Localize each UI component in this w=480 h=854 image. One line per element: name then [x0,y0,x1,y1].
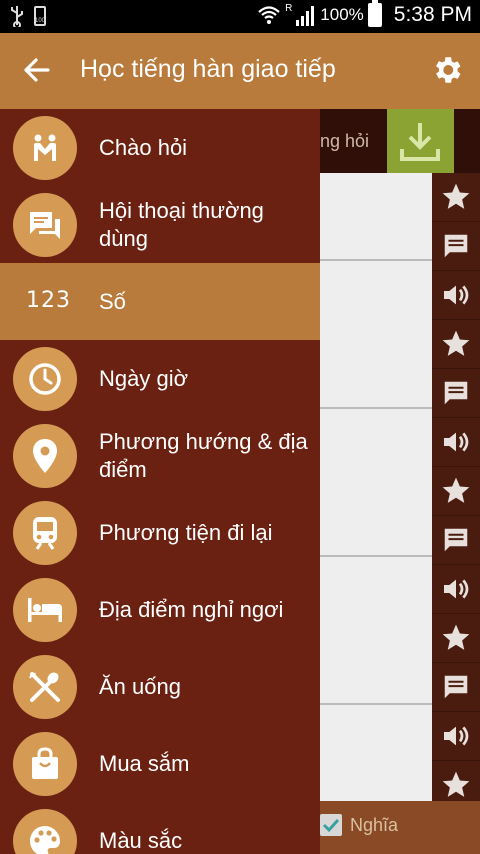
small-battery-text: 100 [35,18,46,24]
page-title: Học tiếng hàn giao tiếp [80,55,336,83]
location-pin-icon [13,424,77,488]
greeting-people-icon [13,116,77,180]
clock-icon [13,347,77,411]
favorite-button[interactable] [432,320,480,369]
small-battery-icon: 100 [34,6,46,26]
speaker-icon [444,726,469,746]
drawer-item-label: Chào hỏi [99,135,188,160]
navigation-drawer: Chào hỏi Hội thoại thường dùng 123 Số Ng… [0,109,320,854]
back-arrow-icon[interactable] [20,53,54,87]
palette-icon [13,809,77,854]
drawer-item-label: Ngày giờ [99,366,189,391]
meaning-checkbox-label: Nghĩa [350,815,399,835]
drawer-item-shopping[interactable]: Mua sắm [0,725,320,802]
app-bar: Học tiếng hàn giao tiếp [0,33,480,109]
numbers-icon: 123 [26,288,71,313]
comment-button[interactable] [432,222,480,271]
drawer-item-label: Số [99,289,126,314]
wifi-icon [258,6,280,24]
drawer-item-label: Phương tiện đi lại [99,520,273,545]
meaning-checkbox[interactable] [320,814,342,836]
drawer-item-greetings[interactable]: Chào hỏi [0,109,320,186]
battery-icon [367,0,382,27]
download-button[interactable] [387,109,454,173]
comment-button[interactable] [432,369,480,418]
speak-button[interactable] [432,418,480,467]
drawer-item-transport[interactable]: Phương tiện đi lại [0,494,320,571]
shopping-bag-icon [13,732,77,796]
train-icon [13,501,77,565]
usb-icon [11,6,23,27]
checkmark-icon [322,818,340,833]
signal-icon [296,6,315,26]
comment-button[interactable] [432,663,480,712]
drawer-item-label: Địa điểm nghỉ ngơi [99,597,284,622]
comment-button[interactable] [432,516,480,565]
drawer-item-directions[interactable]: Phương hướng & địa điểm [0,417,320,494]
drawer-item-label: Ăn uống [99,674,181,699]
speak-button[interactable] [432,712,480,761]
star-icon [442,771,470,797]
drawer-item-numbers[interactable]: 123 Số [0,263,320,340]
drawer-item-food[interactable]: Ăn uống [0,648,320,725]
fork-spoon-icon [13,655,77,719]
message-icon [444,675,468,699]
speak-button[interactable] [432,565,480,614]
star-icon [442,330,470,356]
favorite-button[interactable] [432,614,480,663]
speaker-icon [444,285,469,305]
speak-button[interactable] [432,271,480,320]
clock-time: 5:38 PM [393,3,472,26]
drawer-item-colors[interactable]: Màu sắc [0,802,320,854]
tab-label[interactable]: ng hỏi [320,131,369,152]
drawer-item-label: Màu sắc [99,828,183,853]
favorite-button[interactable] [432,467,480,516]
drawer-item-conversation[interactable]: Hội thoại thường dùng [0,186,320,263]
message-icon [444,234,468,258]
download-icon [400,123,440,161]
chat-bubbles-icon [13,193,77,257]
drawer-item-datetime[interactable]: Ngày giờ [0,340,320,417]
drawer-item-lodging[interactable]: Địa điểm nghỉ ngơi [0,571,320,648]
drawer-item-label: Phương hướng & địa điểm [99,429,308,482]
message-icon [444,528,468,552]
settings-gear-icon[interactable] [430,53,464,87]
hotel-bed-icon [13,578,77,642]
star-icon [442,183,470,209]
message-icon [444,381,468,405]
battery-percent: 100% [320,5,364,24]
speaker-icon [444,579,469,599]
star-icon [442,477,470,503]
star-icon [442,624,470,650]
status-bar: 100 R 100% 5:38 PM [0,0,480,33]
drawer-item-label: Mua sắm [99,751,190,776]
card-action-column [432,173,480,810]
signal-letter: R [285,3,293,14]
drawer-item-label: Hội thoại thường dùng [99,198,264,251]
speaker-icon [444,432,469,452]
favorite-button[interactable] [432,173,480,222]
